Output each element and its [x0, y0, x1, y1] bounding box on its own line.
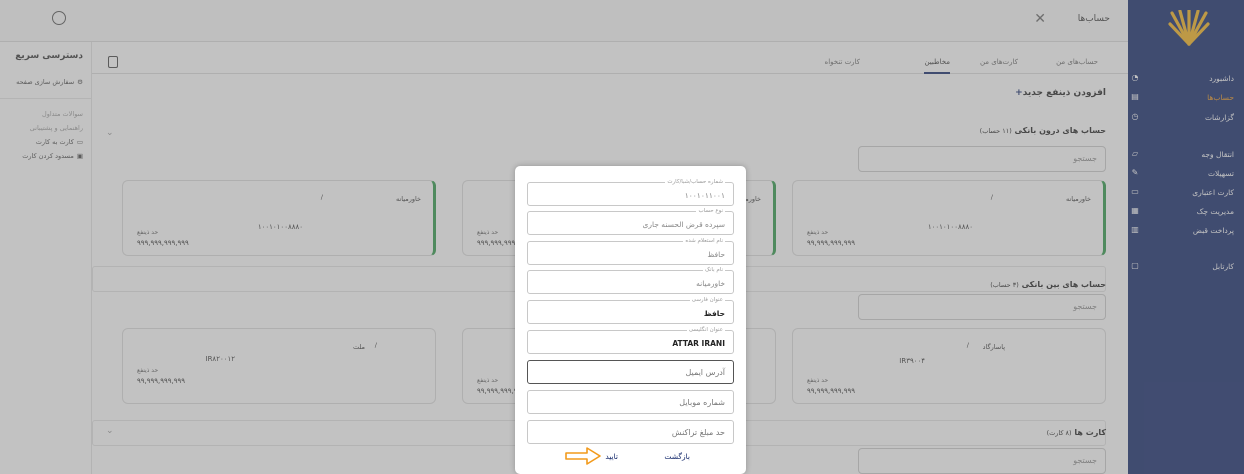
transaction-limit-field[interactable]: حد مبلغ تراکنش: [527, 420, 734, 444]
beneficiary-modal: شماره حساب/شبا/کارت ۱۰۰۱۰۱۱۰۰۱ نوع حساب …: [515, 166, 746, 474]
mobile-field[interactable]: شماره موبایل: [527, 390, 734, 414]
account-number-field[interactable]: شماره حساب/شبا/کارت ۱۰۰۱۰۱۱۰۰۱: [527, 178, 734, 206]
bank-name-field[interactable]: نام بانک خاورمیانه: [527, 266, 734, 294]
arrow-right-icon: [565, 447, 601, 465]
inquired-name-field[interactable]: نام استعلام شده حافظ: [527, 237, 734, 265]
account-type-field[interactable]: نوع حساب سپرده قرض الحسنه جاری: [527, 207, 734, 235]
back-button[interactable]: بازگشت: [664, 452, 690, 461]
confirm-button[interactable]: تایید: [605, 452, 618, 461]
email-field[interactable]: آدرس ایمیل: [527, 360, 734, 384]
english-title-field[interactable]: عنوان انگلیسی ATTAR IRANI: [527, 326, 734, 354]
persian-title-field[interactable]: عنوان فارسی حافظ: [527, 296, 734, 324]
